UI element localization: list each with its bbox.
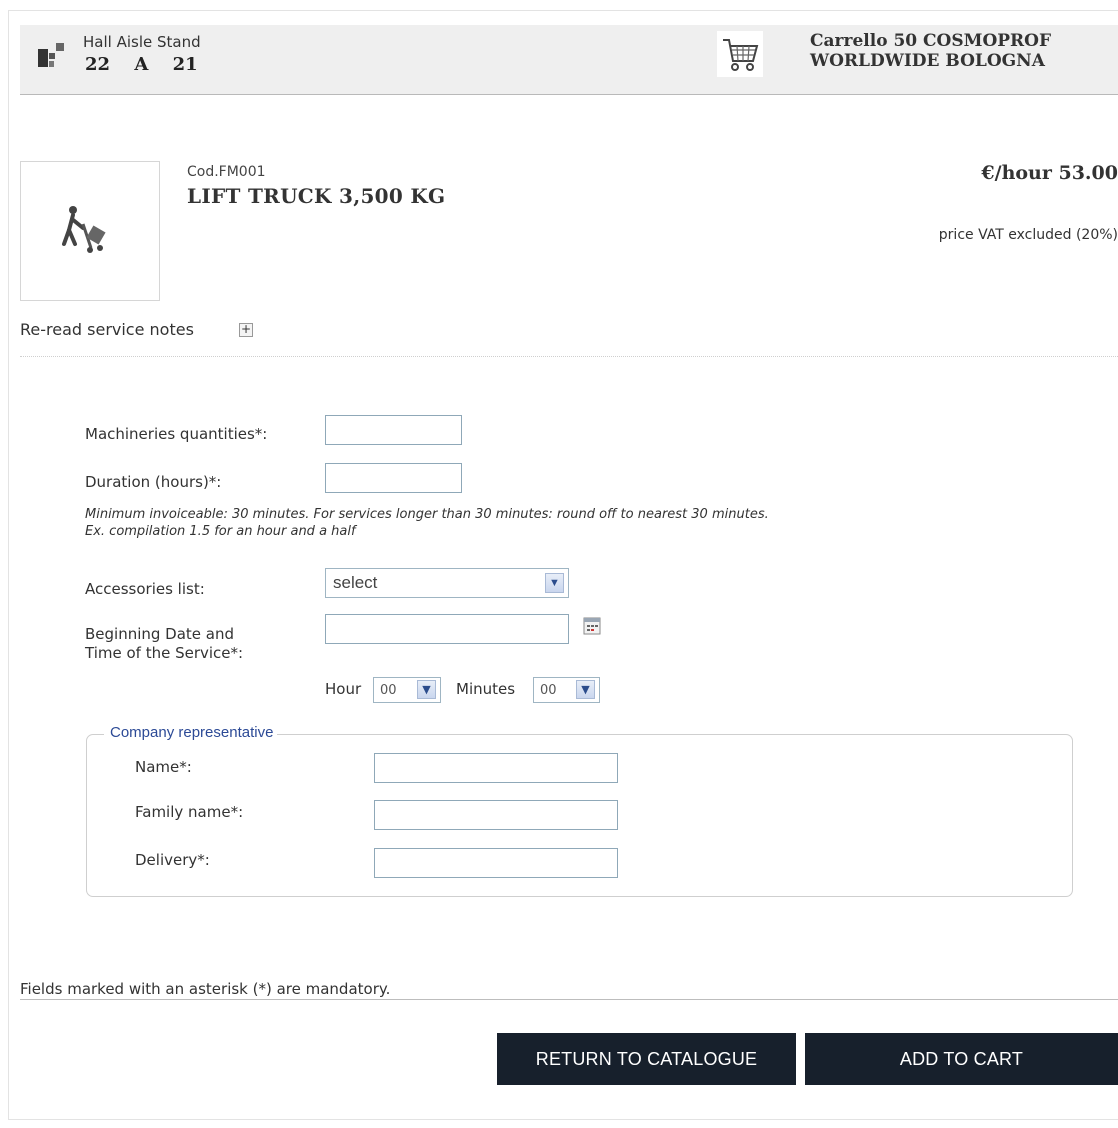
- hint-line-2: Ex. compilation 1.5 for an hour and a ha…: [85, 524, 356, 539]
- calendar-icon[interactable]: [583, 617, 601, 639]
- product-price: €/hour 53.00: [981, 162, 1118, 184]
- cart-title-line2: WORLDWIDE BOLOGNA: [810, 51, 1045, 71]
- cart-title[interactable]: Carrello 50 COSMOPROF WORLDWIDE BOLOGNA: [810, 31, 1110, 71]
- minutes-label: Minutes: [456, 680, 516, 698]
- aisle-value: A: [134, 54, 149, 75]
- name-label: Name*:: [135, 758, 192, 776]
- hour-value: 00: [380, 683, 397, 698]
- minutes-select[interactable]: 00 ▼: [533, 677, 600, 703]
- hall-value: 22: [85, 54, 111, 75]
- accessories-label: Accessories list:: [85, 580, 205, 598]
- stand-value: 21: [172, 54, 198, 75]
- hand-truck-icon: [62, 206, 106, 253]
- stand-map-icon: [36, 39, 68, 73]
- divider: [20, 356, 1118, 357]
- duration-input[interactable]: [325, 463, 462, 493]
- chevron-down-icon[interactable]: ▼: [417, 680, 436, 699]
- vat-note: price VAT excluded (20%): [938, 227, 1118, 243]
- product-title: LIFT TRUCK 3,500 KG: [187, 184, 446, 208]
- accessories-select[interactable]: select ▼: [325, 568, 569, 598]
- quantities-input[interactable]: [325, 415, 462, 445]
- fieldset-legend: Company representative: [104, 724, 278, 741]
- family-name-label: Family name*:: [135, 803, 244, 821]
- family-name-input[interactable]: [374, 800, 618, 830]
- minutes-value: 00: [540, 683, 557, 698]
- header-bar: Hall Aisle Stand 22 A 21 Carrello 50 COS…: [20, 25, 1118, 95]
- chevron-down-icon[interactable]: ▼: [576, 680, 595, 699]
- begin-date-label-line2: Time of the Service*:: [85, 644, 244, 662]
- mandatory-note: Fields marked with an asterisk (*) are m…: [20, 980, 391, 998]
- name-input[interactable]: [374, 753, 618, 783]
- accessories-selected-value: select: [333, 573, 378, 592]
- begin-date-label: Beginning Date and Time of the Service*:: [85, 625, 243, 663]
- chevron-down-icon[interactable]: ▼: [545, 573, 564, 593]
- begin-date-input[interactable]: [325, 614, 569, 644]
- add-to-cart-button[interactable]: ADD TO CART: [805, 1033, 1118, 1085]
- stand-values: 22 A 21: [85, 54, 216, 75]
- quantities-label: Machineries quantities*:: [85, 425, 268, 443]
- delivery-label: Delivery*:: [135, 851, 210, 869]
- delivery-input[interactable]: [374, 848, 618, 878]
- duration-hint: Minimum invoiceable: 30 minutes. For ser…: [85, 506, 769, 540]
- hint-line-1: Minimum invoiceable: 30 minutes. For ser…: [85, 507, 769, 522]
- product-code: Cod.FM001: [187, 164, 266, 180]
- duration-label: Duration (hours)*:: [85, 473, 222, 491]
- hour-label: Hour: [325, 680, 362, 698]
- footer-divider: [20, 999, 1118, 1000]
- shopping-cart-icon[interactable]: [717, 31, 763, 81]
- page-frame: [8, 10, 1118, 1120]
- expand-notes-icon[interactable]: +: [239, 323, 253, 337]
- return-to-catalogue-button[interactable]: RETURN TO CATALOGUE: [497, 1033, 796, 1085]
- service-notes-link[interactable]: Re-read service notes: [20, 320, 194, 339]
- begin-date-label-line1: Beginning Date and: [85, 625, 235, 643]
- cart-title-line1: Carrello 50 COSMOPROF: [810, 31, 1052, 51]
- product-image: [20, 161, 160, 301]
- hour-select[interactable]: 00 ▼: [373, 677, 441, 703]
- stand-labels: Hall Aisle Stand: [83, 33, 201, 51]
